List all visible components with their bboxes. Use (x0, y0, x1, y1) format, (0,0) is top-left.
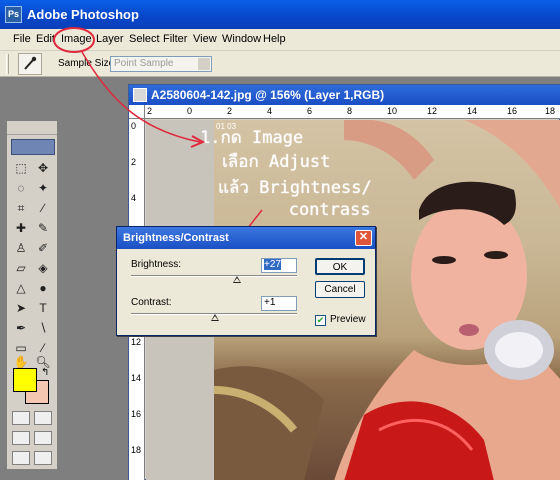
ok-button[interactable]: OK (315, 258, 365, 275)
brightness-value: +27 (264, 259, 281, 270)
dialog-title-bar[interactable]: Brightness/Contrast ✕ (117, 227, 375, 249)
preview-label: Preview (330, 314, 366, 325)
close-icon[interactable]: ✕ (355, 230, 372, 246)
arrow-line (81, 51, 201, 143)
contrast-input[interactable]: +1 (261, 296, 297, 311)
brightness-input[interactable]: +27 (261, 258, 297, 273)
dialog-title: Brightness/Contrast (123, 232, 229, 244)
highlight-circle (53, 27, 95, 53)
cancel-button[interactable]: Cancel (315, 281, 365, 298)
brightness-slider[interactable] (131, 275, 297, 277)
brightness-contrast-dialog: Brightness/Contrast ✕ Brightness: +27 Co… (116, 226, 376, 336)
preview-checkbox[interactable]: ✔ (315, 315, 326, 326)
brightness-label: Brightness: (131, 259, 182, 270)
contrast-slider-thumb[interactable] (211, 314, 219, 321)
brightness-slider-thumb[interactable] (233, 276, 241, 283)
contrast-value: +1 (264, 297, 276, 308)
contrast-label: Contrast: (131, 297, 172, 308)
